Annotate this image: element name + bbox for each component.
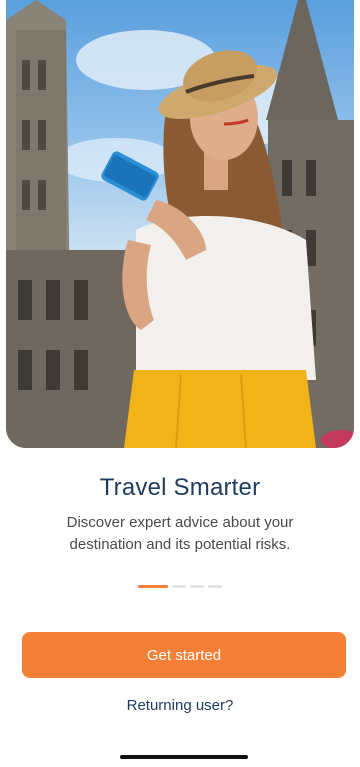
returning-user-link[interactable]: Returning user? [0,697,360,714]
hero-illustration [6,0,354,448]
page-indicator-dot[interactable] [172,585,186,588]
hero-photo [6,0,354,448]
page-subtitle: Discover expert advice about your destin… [66,514,294,553]
get-started-button[interactable]: Get started [22,632,346,678]
page-indicator-dot[interactable] [190,585,204,588]
page-indicator-dot[interactable] [208,585,222,588]
page-indicator-dot-active[interactable] [138,585,168,588]
onboarding-screen: Travel Smarter Discover expert advice ab… [0,0,360,767]
page-title: Travel Smarter [99,474,261,501]
home-indicator [120,755,248,759]
page-indicator [0,585,360,588]
